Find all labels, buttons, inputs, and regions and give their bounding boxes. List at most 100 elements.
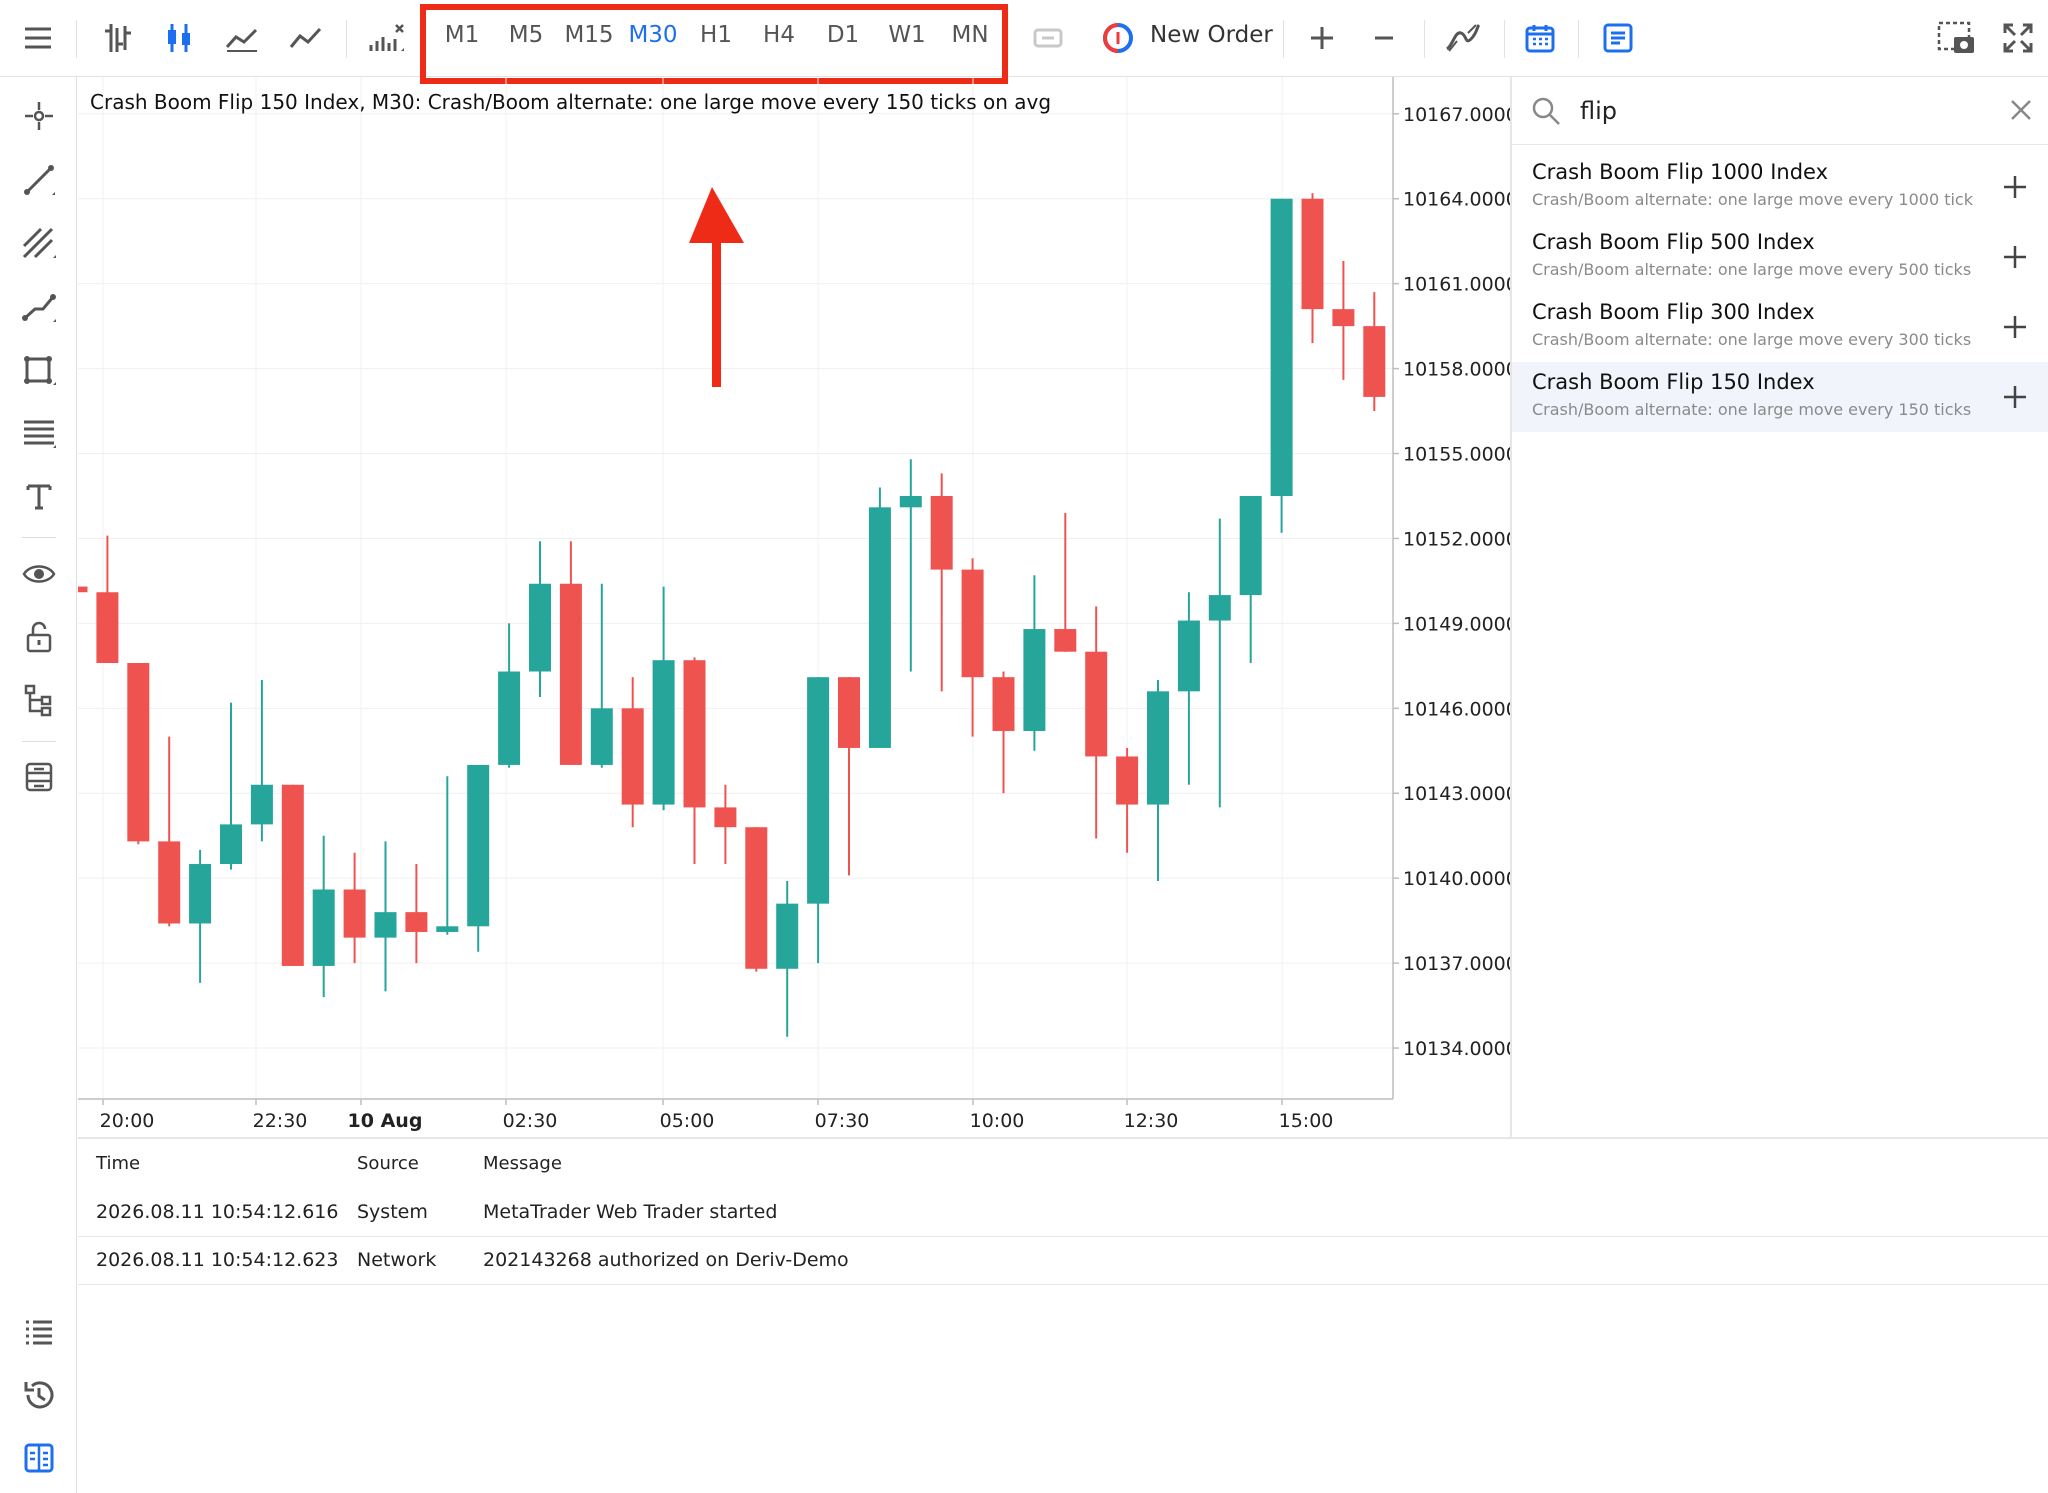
candle-body-bull xyxy=(250,784,273,825)
journal-time: 2026.08.11 10:54:12.616 xyxy=(96,1201,339,1223)
add-symbol-icon[interactable] xyxy=(1998,380,2032,414)
price-chart[interactable]: 10167.0000 10164.0000 10161.0000 10158.0000… xyxy=(78,77,1510,1137)
symbol-description: Crash/Boom alternate: one large move eve… xyxy=(1532,400,1972,419)
object-tree-icon[interactable] xyxy=(19,680,59,720)
candle-body-bear xyxy=(96,592,119,664)
screenshot-icon[interactable] xyxy=(1930,12,1982,64)
add-symbol-icon[interactable] xyxy=(1998,170,2032,204)
journal-row[interactable]: 2026.08.11 10:54:12.616 System MetaTrade… xyxy=(78,1189,2048,1237)
time-tick-label: 02:30 xyxy=(503,1110,558,1132)
price-tick-label: 10149.0000 xyxy=(1403,613,1510,635)
symbol-name: Crash Boom Flip 500 Index xyxy=(1532,230,1815,254)
news-icon[interactable] xyxy=(1594,12,1642,64)
column-header-source[interactable]: Source xyxy=(357,1153,419,1174)
candle-body-bull xyxy=(652,660,675,805)
new-order-button[interactable]: New Order xyxy=(1150,22,1273,48)
candle-body-bear xyxy=(127,663,150,842)
bar-chart-icon[interactable] xyxy=(94,12,142,64)
eye-icon[interactable] xyxy=(19,554,59,594)
annotation-arrow xyxy=(689,187,744,387)
candle-body-bear xyxy=(1116,756,1139,805)
drawing-toolbar xyxy=(0,77,77,1493)
price-tick-label: 10137.0000 xyxy=(1403,953,1510,975)
candle-body-bear xyxy=(158,841,181,924)
price-tick-label: 10164.0000 xyxy=(1403,189,1510,211)
candle-body-bull xyxy=(312,889,335,966)
symbol-search-panel: Crash Boom Flip 1000 Index Crash/Boom al… xyxy=(1510,77,2048,1137)
top-toolbar: M1 M5 M15 M30 H1 H4 D1 W1 MN New Order xyxy=(0,0,2048,84)
candlestick-chart-icon[interactable] xyxy=(155,12,203,64)
zoom-out-icon[interactable] xyxy=(1360,12,1408,64)
add-symbol-icon[interactable] xyxy=(1998,310,2032,344)
fibonacci-icon[interactable] xyxy=(19,413,59,453)
symbol-search-input[interactable] xyxy=(1580,91,1960,131)
clear-search-icon[interactable] xyxy=(2008,97,2034,127)
candle-body-bull xyxy=(1147,691,1169,805)
line-chart-icon[interactable] xyxy=(282,12,330,64)
text-icon[interactable] xyxy=(19,476,59,516)
timeframe-highlight-box xyxy=(420,4,1008,84)
channel-icon[interactable] xyxy=(19,223,59,263)
menu-icon[interactable] xyxy=(14,12,62,64)
price-tick-label: 10152.0000 xyxy=(1403,528,1510,550)
journal-panel: Time Source Message 2026.08.11 10:54:12.… xyxy=(78,1137,2048,1493)
journal-time: 2026.08.11 10:54:12.623 xyxy=(96,1249,339,1271)
candle-body-bull xyxy=(776,903,799,969)
signals-icon[interactable] xyxy=(1438,12,1488,64)
candle-body-bear xyxy=(1332,309,1355,327)
remove-objects-icon[interactable] xyxy=(19,757,59,797)
symbol-result-item[interactable]: Crash Boom Flip 500 Index Crash/Boom alt… xyxy=(1512,222,2048,292)
column-header-message[interactable]: Message xyxy=(483,1153,562,1174)
one-click-trading-icon[interactable] xyxy=(1024,12,1072,64)
column-header-time[interactable]: Time xyxy=(96,1153,140,1174)
chart-title: Crash Boom Flip 150 Index, M30: Crash/Bo… xyxy=(90,90,1052,114)
candle-body-bull xyxy=(498,671,521,765)
symbol-result-item[interactable]: Crash Boom Flip 300 Index Crash/Boom alt… xyxy=(1512,292,2048,362)
search-bar xyxy=(1512,77,2048,145)
search-icon xyxy=(1530,95,1562,131)
candle-body-bull xyxy=(1239,495,1262,596)
candle-body-bear xyxy=(1085,651,1108,757)
fullscreen-icon[interactable] xyxy=(1994,12,2042,64)
lock-icon[interactable] xyxy=(19,617,59,657)
crosshair-icon[interactable] xyxy=(19,96,59,136)
candle-body-bull xyxy=(807,677,830,904)
journal-row[interactable]: 2026.08.11 10:54:12.623 Network 20214326… xyxy=(78,1237,2048,1285)
trendline-icon[interactable] xyxy=(19,160,59,200)
time-tick-label: 10 Aug xyxy=(348,1110,423,1132)
area-chart-icon[interactable] xyxy=(218,12,266,64)
price-tick-label: 10143.0000 xyxy=(1403,783,1510,805)
toolbox-list-icon[interactable] xyxy=(19,1312,59,1352)
candle-body-bear xyxy=(930,495,953,570)
price-tick-label: 10161.0000 xyxy=(1403,274,1510,296)
shapes-icon[interactable] xyxy=(19,350,59,390)
journal-source: Network xyxy=(357,1249,437,1271)
symbol-result-item-selected[interactable]: Crash Boom Flip 150 Index Crash/Boom alt… xyxy=(1512,362,2048,432)
candle-body-bear xyxy=(343,889,366,938)
add-symbol-icon[interactable] xyxy=(1998,240,2032,274)
symbol-result-item[interactable]: Crash Boom Flip 1000 Index Crash/Boom al… xyxy=(1512,152,2048,222)
time-tick-label: 12:30 xyxy=(1124,1110,1179,1132)
zoom-in-icon[interactable] xyxy=(1298,12,1346,64)
candle-body-bear xyxy=(78,586,88,593)
time-tick-label: 22:30 xyxy=(253,1110,308,1132)
polyline-icon[interactable] xyxy=(19,287,59,327)
candle-body-bear xyxy=(281,784,304,966)
candle-body-bear xyxy=(683,660,706,808)
candle-body-bull xyxy=(590,708,613,765)
history-icon[interactable] xyxy=(19,1375,59,1415)
candle-body-bull xyxy=(1208,595,1231,621)
time-tick-label: 15:00 xyxy=(1279,1110,1334,1132)
symbol-description: Crash/Boom alternate: one large move eve… xyxy=(1532,330,1972,349)
calendar-icon[interactable] xyxy=(1516,12,1564,64)
candle-body-bear xyxy=(1363,326,1386,397)
price-tick-label: 10134.0000 xyxy=(1403,1038,1510,1060)
symbol-description: Crash/Boom alternate: one large move eve… xyxy=(1532,190,1973,209)
candle-body-bear xyxy=(992,677,1015,731)
new-order-icon[interactable] xyxy=(1096,12,1140,64)
price-tick-label: 10155.0000 xyxy=(1403,444,1510,466)
candle-body-bull xyxy=(220,824,242,865)
indicators-icon[interactable] xyxy=(360,12,412,64)
journal-icon[interactable] xyxy=(19,1438,59,1478)
symbol-name: Crash Boom Flip 150 Index xyxy=(1532,370,1815,394)
